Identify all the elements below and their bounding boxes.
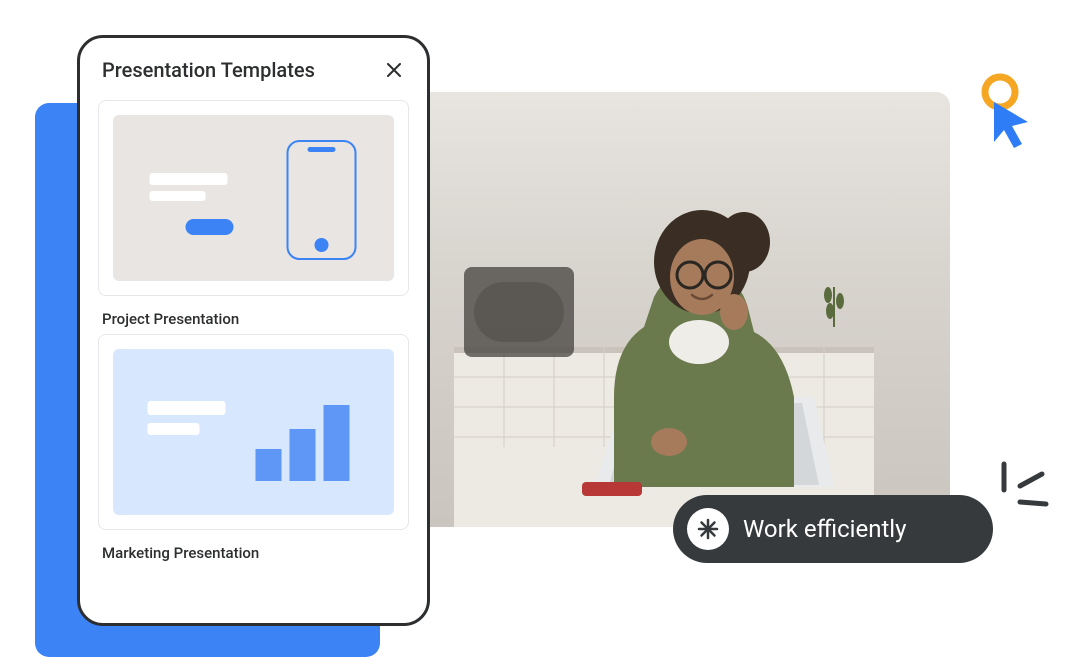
work-efficiently-pill: Work efficiently xyxy=(673,495,993,563)
template-thumbnail-project xyxy=(113,115,394,281)
person-illustration xyxy=(454,147,874,527)
pill-text: Work efficiently xyxy=(743,515,907,543)
template-card-marketing[interactable] xyxy=(98,334,409,530)
template-label-marketing: Marketing Presentation xyxy=(102,544,409,562)
template-card-project[interactable] xyxy=(98,100,409,296)
template-label-project: Project Presentation xyxy=(102,310,409,328)
hero-photo xyxy=(378,92,950,527)
panel-title: Presentation Templates xyxy=(102,58,315,82)
template-thumbnail-marketing xyxy=(113,349,394,515)
panel-header: Presentation Templates xyxy=(98,58,409,82)
accent-lines-icon xyxy=(992,460,1052,530)
asterisk-icon xyxy=(687,508,729,550)
close-icon xyxy=(387,63,401,77)
close-button[interactable] xyxy=(383,59,405,81)
cursor-decoration xyxy=(970,70,1050,160)
templates-panel: Presentation Templates Project Presenta xyxy=(77,35,430,626)
